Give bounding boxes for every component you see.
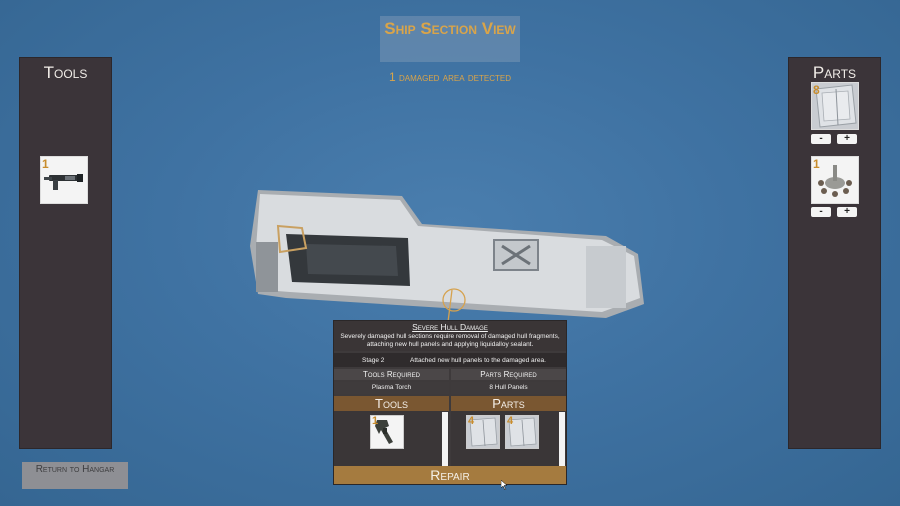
sealant-decrement-button[interactable]: - [811, 207, 831, 217]
sealant-quantity-controls: - + [811, 207, 857, 217]
requirements-grid: Tools Required Parts Required Plasma Tor… [334, 369, 566, 394]
tools-scrollbar[interactable] [442, 412, 448, 468]
sealant-increment-button[interactable]: + [837, 207, 857, 217]
return-to-hangar-button[interactable]: Return to Hangar [22, 462, 128, 489]
damage-header: Severe Hull Damage Severely damaged hull… [334, 321, 566, 351]
damage-status-text: 1 damaged area detected [388, 70, 512, 84]
part-slot-count: 4 [468, 415, 475, 427]
stage-label: Stage 2 [362, 356, 385, 364]
repair-slot-bins: 1 4 4 [334, 411, 566, 469]
tool-slot-plasma-torch[interactable]: 1 [40, 156, 88, 204]
tools-panel-title: Tools [43, 63, 88, 82]
tools-drop-area[interactable]: 1 [334, 411, 449, 469]
stage-row: Stage 2 Attached new hull panels to the … [334, 353, 566, 367]
repair-part-slot[interactable]: 4 [505, 415, 539, 449]
part-count: 8 [813, 83, 820, 97]
repair-part-slot[interactable]: 4 [466, 415, 500, 449]
tools-inventory-panel: Tools 1 [19, 57, 112, 449]
tool-count: 1 [42, 157, 49, 171]
parts-drop-area[interactable]: 4 4 [451, 411, 566, 469]
repair-button[interactable]: Repair [334, 466, 566, 484]
repair-tabs: Tools Parts [334, 396, 566, 411]
parts-panel-title: Parts [812, 63, 857, 82]
tools-required-value: Plasma Torch [334, 382, 449, 394]
damage-name: Severe Hull Damage [412, 322, 488, 332]
part-count: 1 [813, 157, 820, 171]
damage-description: Severely damaged hull sections require r… [340, 333, 560, 348]
hull-panel-decrement-button[interactable]: - [811, 134, 831, 144]
parts-scrollbar[interactable] [559, 412, 565, 468]
hull-panel-quantity-controls: - + [811, 134, 857, 144]
repair-tool-slot[interactable]: 1 [370, 415, 404, 449]
stage-text: Attached new hull panels to the damaged … [410, 356, 546, 364]
tools-required-header: Tools Required [334, 369, 449, 380]
tab-parts[interactable]: Parts [451, 396, 566, 411]
ship-section-model[interactable] [246, 186, 648, 322]
repair-details-popup: Severe Hull Damage Severely damaged hull… [333, 320, 567, 485]
part-slot-sealant[interactable]: 1 [811, 156, 859, 204]
tool-slot-count: 1 [372, 415, 379, 427]
tab-tools[interactable]: Tools [334, 396, 449, 411]
parts-required-value: 8 Hull Panels [451, 382, 566, 394]
hull-panel-increment-button[interactable]: + [837, 134, 857, 144]
part-slot-count: 4 [507, 415, 514, 427]
part-slot-hull-panel[interactable]: 8 [811, 82, 859, 130]
mouse-cursor-icon [501, 480, 508, 490]
parts-required-header: Parts Required [451, 369, 566, 380]
page-title: Ship Section View [380, 16, 520, 62]
parts-inventory-panel: Parts 8 - + 1 - + [788, 57, 881, 449]
